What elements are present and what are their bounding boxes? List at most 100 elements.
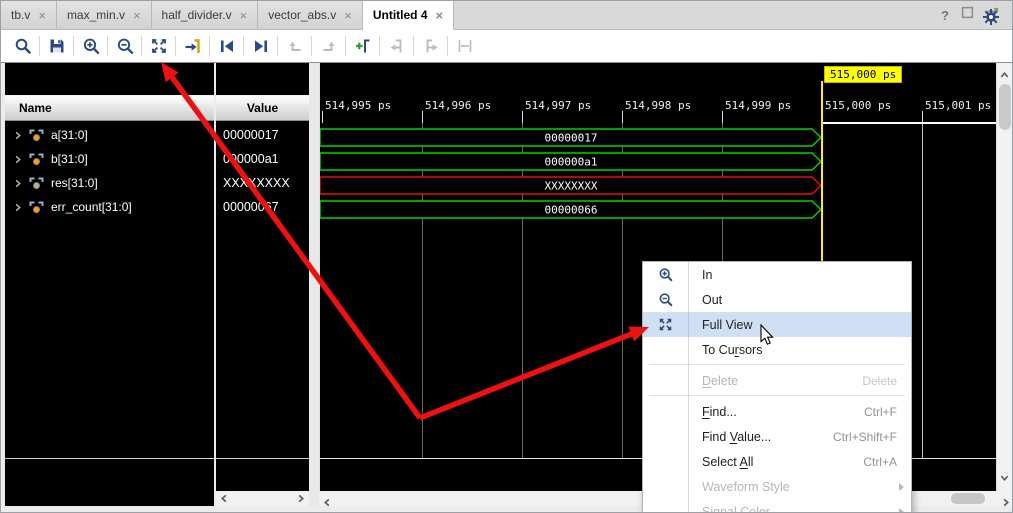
panel-splitter[interactable] <box>309 63 319 506</box>
next-marker-icon <box>422 37 440 55</box>
toolbar-previous-marker-button[interactable] <box>383 33 410 59</box>
add-marker-icon <box>354 37 372 55</box>
gridline <box>422 123 423 458</box>
tab-half-divider-v[interactable]: half_divider.v× <box>152 1 259 29</box>
signal-value-a-31-0: 00000017 <box>216 123 309 147</box>
tab-max-min-v[interactable]: max_min.v× <box>57 1 152 29</box>
menu-item-delete: DeleteDelete <box>643 368 911 393</box>
zoom-out-icon <box>116 37 134 55</box>
name-value-horizontal-scrollbar[interactable] <box>216 491 309 506</box>
toolbar-separator <box>39 36 40 56</box>
timeline-tick-mark <box>722 111 723 123</box>
cursor-time-flag[interactable]: 515,000 ps <box>824 66 902 83</box>
signal-row-res-31-0[interactable]: res[31:0] <box>5 171 214 195</box>
scroll-right-icon[interactable] <box>1001 494 1010 512</box>
value-column-header[interactable]: Value <box>216 95 309 121</box>
redo-zoom-icon <box>320 37 338 55</box>
search-icon <box>14 37 32 55</box>
toolbar-zoom-fit-button[interactable] <box>145 33 172 59</box>
name-header-label: Name <box>19 101 52 115</box>
svg-text:XXXXXXXX: XXXXXXXX <box>545 180 598 193</box>
tab-close-icon[interactable]: × <box>38 9 46 22</box>
timeline-tick-mark <box>422 111 423 123</box>
value-header-label: Value <box>247 101 278 115</box>
vertical-scrollbar-thumb[interactable] <box>999 84 1011 130</box>
toolbar-separator <box>311 36 312 56</box>
bus-waveform-b-31-0[interactable]: 000000a1 <box>320 152 823 171</box>
vertical-scrollbar[interactable] <box>996 63 1013 491</box>
signal-name-label: b[31:0] <box>51 152 88 166</box>
signal-row-a-31-0[interactable]: a[31:0] <box>5 123 214 147</box>
timeline-tick-label: 514,997 ps <box>525 99 591 112</box>
signal-value-err-count-31-0: 00000067 <box>216 195 309 219</box>
gear-icon[interactable] <box>982 8 1000 26</box>
toolbar-separator <box>447 36 448 56</box>
signal-row-err-count-31-0[interactable]: err_count[31:0] <box>5 195 214 219</box>
tab-close-icon[interactable]: × <box>240 9 248 22</box>
menu-item-label: In <box>702 268 712 282</box>
scroll-down-icon[interactable] <box>1000 469 1009 487</box>
help-icon[interactable]: ? <box>941 8 949 23</box>
menu-shortcut: Ctrl+Shift+F <box>833 430 897 444</box>
gridline <box>522 123 523 458</box>
toolbar-next-transition-button[interactable] <box>247 33 274 59</box>
toolbar-add-marker-button[interactable] <box>349 33 376 59</box>
toolbar-search-button[interactable] <box>9 33 36 59</box>
signal-name-label: err_count[31:0] <box>51 200 132 214</box>
menu-item-in[interactable]: In <box>643 262 911 287</box>
zoom-fit-icon <box>150 37 168 55</box>
menu-shortcut: Ctrl+A <box>863 455 897 469</box>
bus-signal-icon <box>29 129 44 142</box>
tab-close-icon[interactable]: × <box>344 9 352 22</box>
window-controls: ? <box>941 1 1012 29</box>
menu-item-find-value[interactable]: Find Value...Ctrl+Shift+F <box>643 424 911 449</box>
menu-item-full-view[interactable]: Full View <box>643 312 911 337</box>
timeline-tick-label: 515,001 ps <box>925 99 991 112</box>
toolbar-undo-zoom-button[interactable] <box>281 33 308 59</box>
toolbar-separator <box>73 36 74 56</box>
scroll-up-icon[interactable] <box>1000 67 1009 85</box>
toolbar-previous-transition-button[interactable] <box>213 33 240 59</box>
menu-item-select-all[interactable]: Select AllCtrl+A <box>643 449 911 474</box>
scroll-left-icon[interactable] <box>220 490 229 508</box>
bus-waveform-res-31-0[interactable]: XXXXXXXX <box>320 176 823 195</box>
toolbar-zoom-out-button[interactable] <box>111 33 138 59</box>
menu-item-waveform-style: Waveform Style <box>643 474 911 499</box>
scroll-right-icon[interactable] <box>296 490 305 508</box>
undo-zoom-icon <box>286 37 304 55</box>
toolbar-swap-cursors-button[interactable] <box>451 33 478 59</box>
gridline <box>922 123 923 458</box>
tab-tb-v[interactable]: tb.v× <box>1 1 57 29</box>
tab-close-icon[interactable]: × <box>133 9 141 22</box>
scroll-left-icon[interactable] <box>323 494 332 512</box>
expand-chevron-icon[interactable] <box>13 131 22 140</box>
signal-value-panel: Value 00000017000000a1XXXXXXXX00000067 <box>216 63 309 491</box>
bus-waveform-a-31-0[interactable]: 00000017 <box>320 128 823 147</box>
tab-close-icon[interactable]: × <box>436 9 444 22</box>
toolbar-save-button[interactable] <box>43 33 70 59</box>
tab-vector-abs-v[interactable]: vector_abs.v× <box>258 1 363 29</box>
toolbar-next-marker-button[interactable] <box>417 33 444 59</box>
zoom-in-icon <box>643 267 688 282</box>
bus-waveform-err-count-31-0[interactable]: 00000066 <box>320 200 823 219</box>
wave-scrollbar-thumb[interactable] <box>951 493 985 504</box>
menu-item-out[interactable]: Out <box>643 287 911 312</box>
menu-item-to-cursors[interactable]: To Cursors <box>643 337 911 362</box>
menu-item-find[interactable]: Find...Ctrl+F <box>643 399 911 424</box>
previous-transition-icon <box>218 37 236 55</box>
toolbar <box>1 30 1012 63</box>
tab-untitled-4[interactable]: Untitled 4× <box>363 1 454 30</box>
bus-signal-icon <box>29 201 44 214</box>
maximize-icon[interactable] <box>961 6 974 24</box>
menu-item-signal-color: Signal Color <box>643 499 911 513</box>
expand-chevron-icon[interactable] <box>13 155 22 164</box>
signal-row-b-31-0[interactable]: b[31:0] <box>5 147 214 171</box>
expand-chevron-icon[interactable] <box>13 179 22 188</box>
save-icon <box>48 37 66 55</box>
toolbar-separator <box>379 36 380 56</box>
expand-chevron-icon[interactable] <box>13 203 22 212</box>
toolbar-zoom-in-button[interactable] <box>77 33 104 59</box>
toolbar-goto-time-button[interactable] <box>179 33 206 59</box>
toolbar-redo-zoom-button[interactable] <box>315 33 342 59</box>
name-column-header[interactable]: Name <box>5 95 214 121</box>
